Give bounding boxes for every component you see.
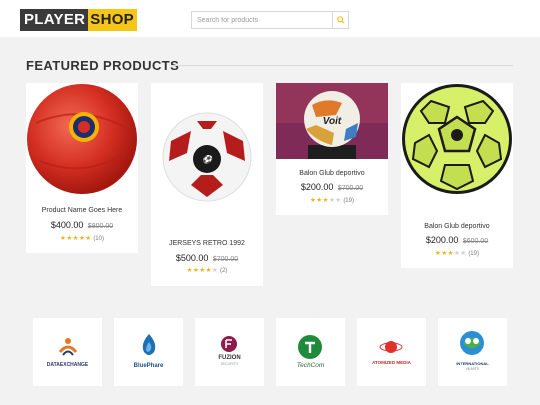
review-count: (19) — [343, 198, 354, 204]
review-count: (10) — [93, 236, 104, 242]
brand-tagline: HEARTS — [466, 367, 479, 371]
product-card[interactable]: Voit Balon Glub deportivo $200.00 $700.0… — [276, 83, 388, 215]
product-price: $400.00 $800.00 — [26, 220, 138, 230]
search-bar — [191, 11, 349, 29]
section-divider — [171, 65, 513, 66]
dataexchange-logo-icon — [58, 338, 78, 356]
search-icon — [336, 16, 345, 24]
product-name[interactable]: Balon Glub deportivo — [401, 223, 513, 230]
rating-stars: ★★★★★ — [310, 197, 342, 204]
fuzion-logo-icon — [221, 336, 237, 352]
search-input[interactable] — [191, 11, 332, 29]
product-name[interactable]: Product Name Goes Here — [26, 207, 138, 214]
product-name[interactable]: Balon Glub deportivo — [276, 170, 388, 177]
current-price: $500.00 — [175, 253, 209, 263]
current-price: $400.00 — [50, 220, 84, 230]
rating-stars: ★★★★★ — [60, 235, 92, 242]
brand-name: DATAEXCHANGE — [46, 362, 89, 368]
product-rating: ★★★★★ (19) — [401, 249, 513, 257]
product-price: $200.00 $600.00 — [401, 235, 513, 245]
product-price: $500.00 $700.00 — [151, 253, 263, 263]
rating-stars: ★★★★★ — [435, 250, 467, 257]
logo-text-shop: SHOP — [88, 9, 137, 31]
brand-logo-international-hearts[interactable]: INTERNATIONAL HEARTS — [438, 318, 507, 386]
brand-logo-atomized-media[interactable]: ATOMIZED MEDIA — [357, 318, 426, 386]
rating-stars: ★★★★★ — [186, 267, 219, 274]
product-card[interactable]: ⚽ JERSEYS RETRO 1992 $500.00 $700.00 ★★★… — [151, 83, 263, 286]
product-rating: ★★★★★ (10) — [26, 234, 138, 242]
product-rating: ★★★★★ (2) — [151, 266, 263, 274]
brand-logo-dataexchange[interactable]: DATAEXCHANGE — [33, 318, 102, 386]
brand-name: ATOMIZED MEDIA — [372, 360, 411, 365]
old-price: $600.00 — [462, 238, 489, 245]
techcom-logo-icon — [298, 335, 322, 359]
international-hearts-logo-icon — [460, 331, 484, 355]
product-rating: ★★★★★ (19) — [276, 196, 388, 204]
product-image — [402, 84, 512, 194]
product-card[interactable]: Product Name Goes Here $400.00 $800.00 ★… — [26, 83, 138, 253]
product-image: Voit — [276, 83, 388, 159]
old-price: $700.00 — [212, 256, 239, 263]
brand-logo-fuzion[interactable]: FUZION SECURITY — [195, 318, 264, 386]
brand-logo-bluephare[interactable]: BluePhare — [114, 318, 183, 386]
review-count: (19) — [468, 251, 479, 257]
current-price: $200.00 — [425, 235, 459, 245]
brand-tagline: SECURITY — [220, 362, 239, 366]
atomized-media-logo-icon — [379, 341, 403, 353]
product-price: $200.00 $700.00 — [276, 182, 388, 192]
review-count: (2) — [219, 268, 228, 274]
site-logo[interactable]: PLAYER SHOP — [20, 9, 137, 31]
logo-text-player: PLAYER — [20, 9, 89, 31]
ball-brand-text: Voit — [323, 116, 342, 127]
product-image — [27, 84, 137, 194]
product-name[interactable]: JERSEYS RETRO 1992 — [151, 240, 263, 247]
brand-name: FUZION — [218, 355, 241, 361]
old-price: $800.00 — [87, 223, 114, 230]
search-button[interactable] — [332, 11, 349, 29]
product-card[interactable]: Balon Glub deportivo $200.00 $600.00 ★★★… — [401, 83, 513, 268]
brand-logo-techcom[interactable]: TechCom — [276, 318, 345, 386]
current-price: $200.00 — [300, 182, 334, 192]
bluephare-logo-icon — [142, 334, 156, 355]
section-title: FEATURED PRODUCTS — [26, 58, 180, 73]
site-header: PLAYER SHOP — [0, 0, 540, 37]
product-image: ⚽ — [162, 112, 252, 202]
brand-name: TechCom — [296, 362, 325, 369]
old-price: $700.00 — [337, 185, 364, 192]
brand-name: INTERNATIONAL — [456, 361, 489, 366]
brand-name: BluePhare — [133, 363, 164, 369]
